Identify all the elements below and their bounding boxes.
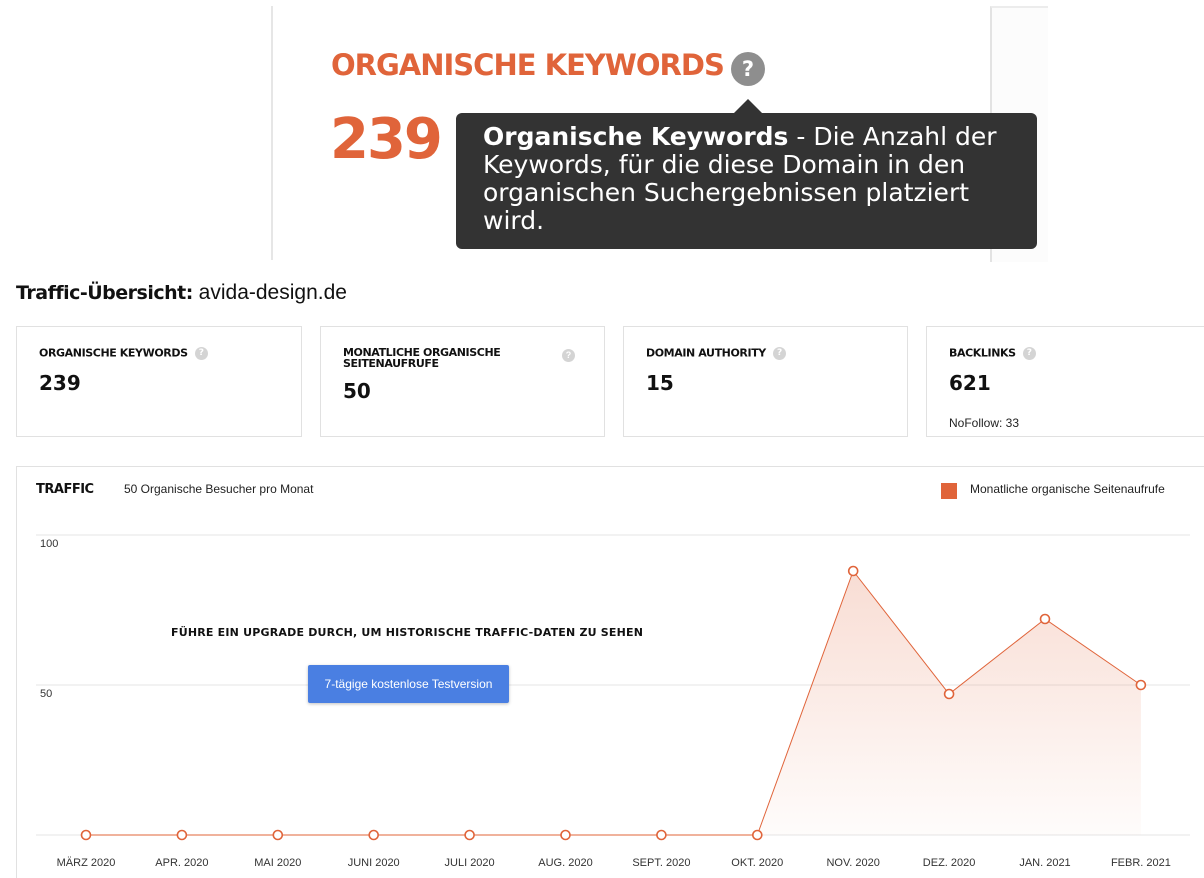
upgrade-message: FÜHRE EIN UPGRADE DURCH, UM HISTORISCHE … [171,626,644,639]
data-point[interactable] [560,829,571,841]
free-trial-button[interactable]: 7-tägige kostenlose Testversion [308,665,509,703]
data-point[interactable] [847,565,859,577]
data-point[interactable] [368,829,380,841]
x-tick-label: APR. 2020 [155,857,208,869]
x-tick-label: MAI 2020 [254,857,301,869]
data-point[interactable] [656,829,667,841]
data-point[interactable] [80,829,92,841]
data-point[interactable] [751,829,763,841]
area-fill [757,571,1141,835]
data-point[interactable] [272,829,284,841]
data-point[interactable] [1135,679,1147,691]
x-tick-label: OKT. 2020 [731,857,783,869]
data-point[interactable] [464,829,475,841]
x-tick-label: SEPT. 2020 [632,857,690,869]
x-tick-label: AUG. 2020 [538,857,592,869]
data-point[interactable] [176,829,188,841]
x-tick-label: FEBR. 2021 [1111,857,1171,869]
x-tick-label: MÄRZ 2020 [57,857,116,869]
x-tick-label: JULI 2020 [445,857,495,869]
traffic-chart: 50 100 MÄRZ 2020 APR. 2020 MAI 2020 JUNI 202… [36,534,1190,869]
x-tick-label: JAN. 2021 [1019,857,1070,869]
x-tick-label: JUNI 2020 [348,857,400,869]
y-tick-label: 100 [40,538,58,550]
data-point[interactable] [943,688,955,700]
x-tick-label: NOV. 2020 [826,857,879,869]
data-point[interactable] [1039,613,1051,625]
x-tick-label: DEZ. 2020 [923,857,976,869]
y-tick-label: 50 [40,688,52,700]
